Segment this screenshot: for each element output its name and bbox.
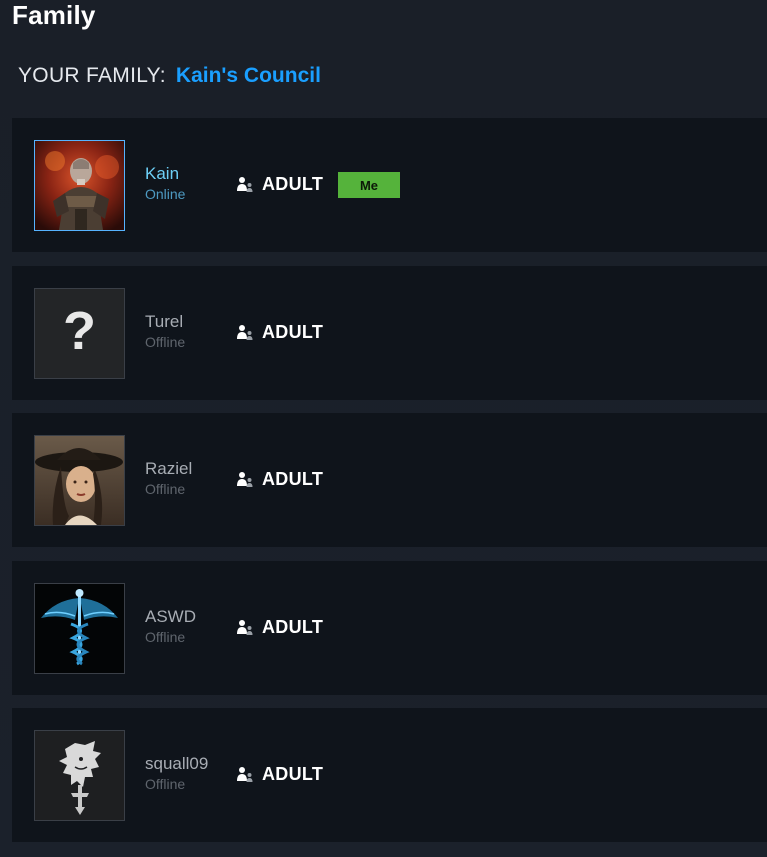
adult-role-icon [237,471,253,487]
member-row[interactable]: ? Turel Offline ADULT [12,266,767,400]
family-label: YOUR FAMILY: [18,64,166,87]
role: ADULT [236,174,323,195]
caduceus-avatar-icon[interactable] [34,583,125,674]
member-row[interactable]: Raziel Offline ADULT [12,413,767,547]
member-row[interactable]: Kain Online ADULT Me [12,118,767,252]
svg-text:?: ? [63,301,96,361]
role: ADULT [236,469,323,490]
warrior-avatar-icon[interactable] [34,140,125,231]
adult-role-icon [237,324,253,340]
role: ADULT [236,764,323,785]
member-row[interactable]: squall09 Offline ADULT [12,708,767,842]
role-label: ADULT [262,764,324,784]
me-badge: Me [338,172,400,198]
role: ADULT [236,322,323,343]
role-label: ADULT [262,322,324,342]
member-status: Offline [145,334,186,350]
member-row[interactable]: ASWD Offline ADULT [12,561,767,695]
member-name[interactable]: squall09 [145,754,208,774]
adult-role-icon [237,176,253,192]
family-page: Family YOUR FAMILY: Kain's Council Kain … [0,0,767,857]
member-status: Offline [145,481,186,497]
role: ADULT [236,617,323,638]
member-name[interactable]: ASWD [145,607,196,627]
member-name[interactable]: Turel [145,312,183,332]
family-name-link[interactable]: Kain's Council [176,64,321,88]
adult-role-icon [237,766,253,782]
member-name[interactable]: Raziel [145,459,192,479]
question-mark-avatar-icon[interactable]: ? [34,288,125,379]
lady-in-hat-avatar-icon[interactable] [34,435,125,526]
member-name[interactable]: Kain [145,164,179,184]
member-status: Online [145,186,186,202]
role-label: ADULT [262,469,324,489]
role-label: ADULT [262,174,324,194]
page-title: Family [12,0,96,30]
role-label: ADULT [262,617,324,637]
member-status: Offline [145,776,186,792]
adult-role-icon [237,619,253,635]
griever-lion-avatar-icon[interactable] [34,730,125,821]
family-header: YOUR FAMILY: Kain's Council [18,64,321,88]
member-status: Offline [145,629,186,645]
